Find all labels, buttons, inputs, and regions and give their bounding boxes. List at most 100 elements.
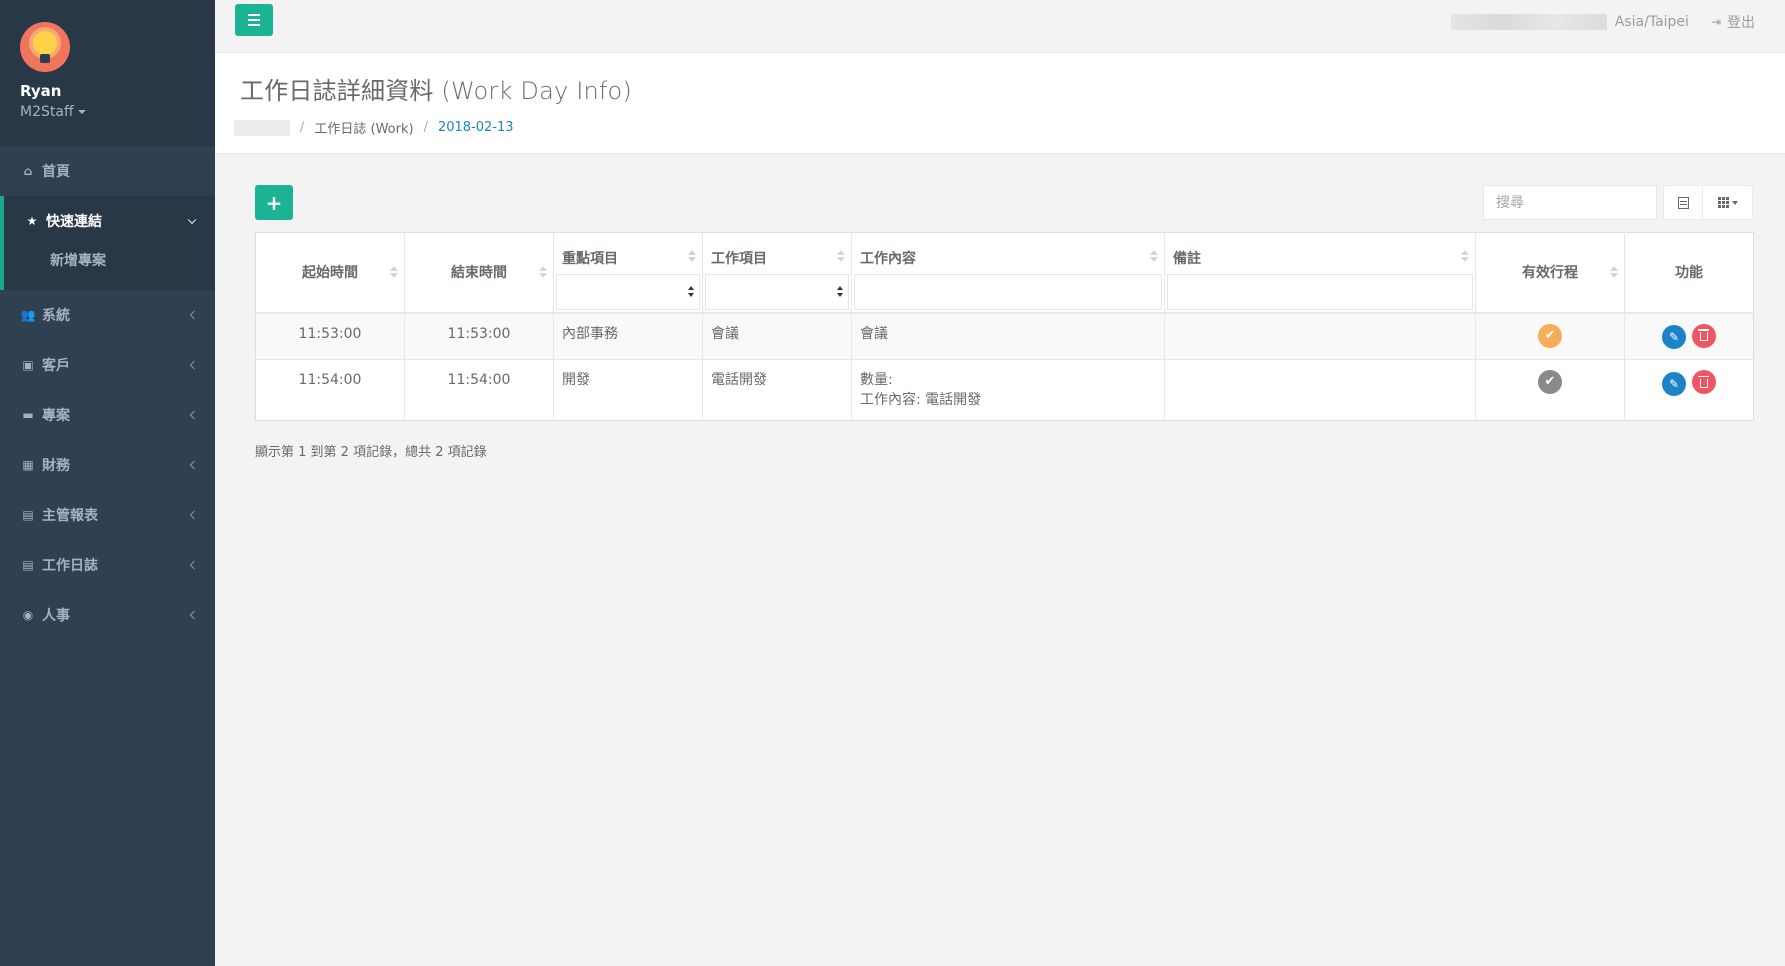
sidebar-toggle-button[interactable] xyxy=(235,4,273,36)
calculator-icon: ▦ xyxy=(22,458,34,472)
delete-button[interactable] xyxy=(1692,323,1716,348)
cell-note xyxy=(1164,312,1476,360)
chevron-left-icon xyxy=(189,360,199,370)
profile-role-dropdown[interactable]: M2Staff xyxy=(20,104,215,120)
sidebar-nav: ⌂ 首頁 ★ 快速連結 新增專案 👥 系統 ▣ 客戶 ▬ 專案 ▦ 財務 ▤ 主… xyxy=(0,146,215,640)
toggle-view-button[interactable] xyxy=(1663,185,1703,220)
search-input[interactable] xyxy=(1483,185,1657,220)
sort-icon xyxy=(1610,265,1618,279)
user-circle-icon: ◉ xyxy=(22,608,34,622)
chevron-left-icon xyxy=(189,460,199,470)
sidebar-item-finance[interactable]: ▦ 財務 xyxy=(0,440,215,490)
grid-icon xyxy=(1717,197,1729,208)
timezone-label: Asia/Taipei xyxy=(1614,14,1689,30)
column-header-valid[interactable]: 有效行程 xyxy=(1475,232,1625,314)
column-header-end-time[interactable]: 結束時間 xyxy=(404,232,554,314)
sidebar-group-quick-links: ★ 快速連結 新增專案 xyxy=(0,196,215,290)
sidebar-subnav: 新增專案 xyxy=(4,246,215,290)
sidebar: Ryan M2Staff ⌂ 首頁 ★ 快速連結 新增專案 👥 系統 ▣ 客戶 … xyxy=(0,0,215,966)
sidebar-subitem-new-project[interactable]: 新增專案 xyxy=(4,246,215,282)
sort-icon xyxy=(539,265,547,279)
hamburger-icon xyxy=(248,14,260,16)
column-header-work-content[interactable]: 工作內容 xyxy=(851,232,1165,314)
cell-work-item: 會議 xyxy=(702,312,852,360)
cell-note xyxy=(1164,359,1476,421)
chevron-left-icon xyxy=(189,310,199,320)
sidebar-item-label: 主管報表 xyxy=(42,508,98,524)
chevron-left-icon xyxy=(189,560,199,570)
sidebar-item-label: 首頁 xyxy=(42,164,70,180)
sidebar-item-projects[interactable]: ▬ 專案 xyxy=(0,390,215,440)
profile-role-label: M2Staff xyxy=(20,104,74,120)
file-icon: ▤ xyxy=(22,508,34,522)
work-log-table: 起始時間 結束時間 重點項目 工作項目 工作內容 備註 有效行程 功能 11:5… xyxy=(255,232,1754,421)
note-filter-input[interactable] xyxy=(1167,274,1473,310)
cell-work-content: 會議 xyxy=(851,312,1165,360)
work-item-filter-select[interactable] xyxy=(705,274,849,310)
sidebar-item-label: 系統 xyxy=(42,308,70,324)
users-icon: 👥 xyxy=(20,308,36,322)
sidebar-item-label: 財務 xyxy=(42,458,70,474)
cell-valid: ✔ xyxy=(1475,359,1625,421)
table-row: 11:53:00 11:53:00 內部事務 會議 會議 ✔ ✎ xyxy=(255,312,1754,360)
avatar[interactable] xyxy=(20,22,70,72)
page-title: 工作日誌詳細資料 (Work Day Info) xyxy=(240,77,632,105)
edit-button[interactable]: ✎ xyxy=(1662,371,1686,396)
columns-dropdown-button[interactable] xyxy=(1703,185,1753,220)
edit-button[interactable]: ✎ xyxy=(1662,325,1686,349)
breadcrumb-date: 2018-02-13 xyxy=(437,120,514,135)
logout-label: 登出 xyxy=(1727,15,1755,31)
column-header-actions: 功能 xyxy=(1624,232,1754,314)
cell-end-time: 11:54:00 xyxy=(404,359,554,421)
check-circle-icon: ✔ xyxy=(1538,323,1562,348)
top-right-area: Asia/Taipei ⇥ 登出 xyxy=(1450,12,1755,32)
breadcrumb-redacted[interactable] xyxy=(234,119,290,136)
briefcase-icon: ▬ xyxy=(22,408,34,422)
page-heading: 工作日誌詳細資料 (Work Day Info) / 工作日誌 (Work) /… xyxy=(215,53,1785,154)
chevron-left-icon xyxy=(189,610,199,620)
work-content-filter-input[interactable] xyxy=(854,274,1162,310)
breadcrumb: / 工作日誌 (Work) / 2018-02-13 xyxy=(234,118,1785,137)
column-header-focus-item[interactable]: 重點項目 xyxy=(553,232,703,314)
home-icon: ⌂ xyxy=(23,164,33,178)
cell-actions: ✎ xyxy=(1624,359,1754,421)
delete-button[interactable] xyxy=(1692,370,1716,394)
pagination-info: 顯示第 1 到第 2 項記錄，總共 2 項記錄 xyxy=(255,445,487,460)
column-header-start-time[interactable]: 起始時間 xyxy=(255,232,405,314)
sign-out-icon: ⇥ xyxy=(1710,15,1721,29)
sidebar-item-customers[interactable]: ▣ 客戶 xyxy=(0,340,215,390)
trash-icon xyxy=(1698,329,1709,341)
focus-item-filter-select[interactable] xyxy=(556,274,700,310)
sidebar-item-home[interactable]: ⌂ 首頁 xyxy=(0,146,215,196)
sidebar-item-manager-reports[interactable]: ▤ 主管報表 xyxy=(0,490,215,540)
cell-focus-item: 內部事務 xyxy=(553,312,703,360)
logout-link[interactable]: ⇥ 登出 xyxy=(1711,12,1755,32)
sort-icon xyxy=(390,265,398,279)
table-row: 11:54:00 11:54:00 開發 電話開發 數量: 工作內容: 電話開發 … xyxy=(255,359,1754,421)
file-icon: ▤ xyxy=(22,558,34,572)
lightbulb-icon xyxy=(33,31,57,55)
top-navbar: Asia/Taipei ⇥ 登出 xyxy=(215,0,1785,53)
column-header-note[interactable]: 備註 xyxy=(1164,232,1476,314)
sort-icon xyxy=(1461,249,1469,263)
redacted-text xyxy=(1450,14,1607,30)
sidebar-item-work-log[interactable]: ▤ 工作日誌 xyxy=(0,540,215,590)
cell-end-time: 11:53:00 xyxy=(404,312,554,360)
trash-icon xyxy=(1698,375,1709,388)
sort-icon xyxy=(688,249,696,263)
sidebar-item-hr[interactable]: ◉ 人事 xyxy=(0,590,215,640)
add-button[interactable]: + xyxy=(255,185,293,220)
cell-start-time: 11:54:00 xyxy=(298,372,362,388)
column-header-work-item[interactable]: 工作項目 xyxy=(702,232,852,314)
cell-valid: ✔ xyxy=(1475,312,1625,360)
caret-down-icon xyxy=(1731,200,1738,205)
main-content: + 起始時間 結束時間 重點項目 工作項目 工作內容 備註 有 xyxy=(255,185,1754,460)
sidebar-item-system[interactable]: 👥 系統 xyxy=(0,290,215,340)
check-circle-icon: ✔ xyxy=(1538,370,1562,394)
sort-icon xyxy=(1150,249,1158,263)
profile-name: Ryan xyxy=(20,82,62,100)
star-icon: ★ xyxy=(26,214,38,228)
sidebar-item-quick-links[interactable]: ★ 快速連結 xyxy=(4,196,215,246)
breadcrumb-work[interactable]: 工作日誌 (Work) xyxy=(314,118,413,137)
list-icon xyxy=(1677,196,1689,209)
